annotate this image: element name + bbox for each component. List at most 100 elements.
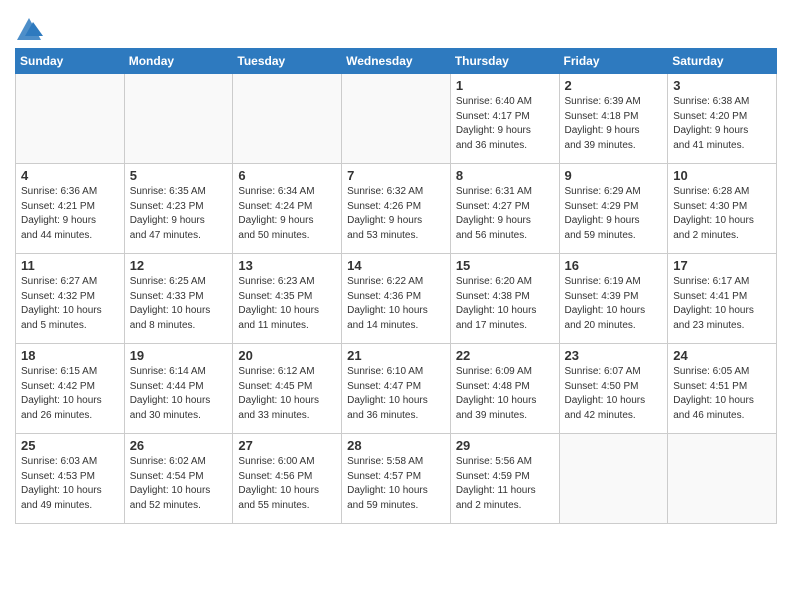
day-number: 18 <box>21 348 119 363</box>
calendar-cell: 12 Sunrise: 6:25 AM Sunset: 4:33 PM Dayli… <box>124 254 233 344</box>
calendar-cell: 15Sunrise: 6:20 AM Sunset: 4:38 PM Dayli… <box>450 254 559 344</box>
day-number: 12 <box>130 258 228 273</box>
day-number: 8 <box>456 168 554 183</box>
day-info: Sunrise: 6:05 AM Sunset: 4:51 PM Dayligh… <box>673 365 771 423</box>
calendar-cell: 2 Sunrise: 6:39 AM Sunset: 4:18 PM Daylig… <box>559 74 668 164</box>
day-info: Sunrise: 6:17 AM Sunset: 4:41 PM Dayligh… <box>673 275 771 333</box>
calendar-cell: 5 Sunrise: 6:35 AM Sunset: 4:23 PM Daylig… <box>124 164 233 254</box>
day-number: 28 <box>347 438 445 453</box>
calendar-cell: 26 Sunrise: 6:02 AM Sunset: 4:54 PM Dayli… <box>124 434 233 524</box>
day-info: Sunrise: 6:39 AM Sunset: 4:18 PM Dayligh… <box>565 95 663 153</box>
weekday-header: Friday <box>559 49 668 74</box>
day-number: 1 <box>456 78 554 93</box>
day-info: Sunrise: 6:38 AM Sunset: 4:20 PM Dayligh… <box>673 95 771 153</box>
day-number: 5 <box>130 168 228 183</box>
day-info: Sunrise: 6:23 AM Sunset: 4:35 PM Dayligh… <box>238 275 336 333</box>
day-number: 19 <box>130 348 228 363</box>
day-info: Sunrise: 6:34 AM Sunset: 4:24 PM Dayligh… <box>238 185 336 243</box>
day-number: 3 <box>673 78 771 93</box>
day-number: 23 <box>565 348 663 363</box>
calendar-cell: 24 Sunrise: 6:05 AM Sunset: 4:51 PM Dayli… <box>668 344 777 434</box>
calendar-cell: 11 Sunrise: 6:27 AM Sunset: 4:32 PM Dayli… <box>16 254 125 344</box>
weekday-header: Monday <box>124 49 233 74</box>
day-number: 16 <box>565 258 663 273</box>
calendar-cell: 10 Sunrise: 6:28 AM Sunset: 4:30 PM Dayli… <box>668 164 777 254</box>
calendar-cell: 20 Sunrise: 6:12 AM Sunset: 4:45 PM Dayli… <box>233 344 342 434</box>
calendar-cell: 16 Sunrise: 6:19 AM Sunset: 4:39 PM Dayli… <box>559 254 668 344</box>
day-number: 2 <box>565 78 663 93</box>
calendar-cell <box>342 74 451 164</box>
calendar-week-row: 18Sunrise: 6:15 AM Sunset: 4:42 PM Dayli… <box>16 344 777 434</box>
calendar-week-row: 4 Sunrise: 6:36 AM Sunset: 4:21 PM Daylig… <box>16 164 777 254</box>
day-info: Sunrise: 6:29 AM Sunset: 4:29 PM Dayligh… <box>565 185 663 243</box>
day-number: 26 <box>130 438 228 453</box>
day-info: Sunrise: 6:25 AM Sunset: 4:33 PM Dayligh… <box>130 275 228 333</box>
day-info: Sunrise: 6:00 AM Sunset: 4:56 PM Dayligh… <box>238 455 336 513</box>
calendar-cell: 25 Sunrise: 6:03 AM Sunset: 4:53 PM Dayli… <box>16 434 125 524</box>
day-number: 4 <box>21 168 119 183</box>
day-info: Sunrise: 6:20 AM Sunset: 4:38 PM Dayligh… <box>456 275 554 333</box>
day-info: Sunrise: 6:36 AM Sunset: 4:21 PM Dayligh… <box>21 185 119 243</box>
calendar-cell: 27 Sunrise: 6:00 AM Sunset: 4:56 PM Dayli… <box>233 434 342 524</box>
day-number: 10 <box>673 168 771 183</box>
day-number: 11 <box>21 258 119 273</box>
calendar-body: 1 Sunrise: 6:40 AM Sunset: 4:17 PM Daylig… <box>16 74 777 524</box>
day-info: Sunrise: 6:10 AM Sunset: 4:47 PM Dayligh… <box>347 365 445 423</box>
weekday-header: Tuesday <box>233 49 342 74</box>
day-info: Sunrise: 6:19 AM Sunset: 4:39 PM Dayligh… <box>565 275 663 333</box>
day-info: Sunrise: 6:32 AM Sunset: 4:26 PM Dayligh… <box>347 185 445 243</box>
day-info: Sunrise: 6:14 AM Sunset: 4:44 PM Dayligh… <box>130 365 228 423</box>
calendar-cell: 22 Sunrise: 6:09 AM Sunset: 4:48 PM Dayli… <box>450 344 559 434</box>
day-number: 17 <box>673 258 771 273</box>
weekday-header: Sunday <box>16 49 125 74</box>
day-info: Sunrise: 6:03 AM Sunset: 4:53 PM Dayligh… <box>21 455 119 513</box>
weekday-header: Thursday <box>450 49 559 74</box>
day-info: Sunrise: 6:02 AM Sunset: 4:54 PM Dayligh… <box>130 455 228 513</box>
day-number: 24 <box>673 348 771 363</box>
calendar-cell: 6 Sunrise: 6:34 AM Sunset: 4:24 PM Daylig… <box>233 164 342 254</box>
day-info: Sunrise: 6:27 AM Sunset: 4:32 PM Dayligh… <box>21 275 119 333</box>
day-number: 20 <box>238 348 336 363</box>
day-info: Sunrise: 6:09 AM Sunset: 4:48 PM Dayligh… <box>456 365 554 423</box>
day-number: 6 <box>238 168 336 183</box>
calendar-cell <box>559 434 668 524</box>
day-number: 9 <box>565 168 663 183</box>
day-number: 29 <box>456 438 554 453</box>
day-info: Sunrise: 5:56 AM Sunset: 4:59 PM Dayligh… <box>456 455 554 513</box>
calendar-cell: 23 Sunrise: 6:07 AM Sunset: 4:50 PM Dayli… <box>559 344 668 434</box>
calendar-cell <box>668 434 777 524</box>
day-number: 7 <box>347 168 445 183</box>
day-number: 21 <box>347 348 445 363</box>
calendar-cell: 1 Sunrise: 6:40 AM Sunset: 4:17 PM Daylig… <box>450 74 559 164</box>
calendar-cell: 29 Sunrise: 5:56 AM Sunset: 4:59 PM Dayli… <box>450 434 559 524</box>
calendar-cell <box>124 74 233 164</box>
calendar-week-row: 25 Sunrise: 6:03 AM Sunset: 4:53 PM Dayli… <box>16 434 777 524</box>
day-number: 22 <box>456 348 554 363</box>
day-info: Sunrise: 6:35 AM Sunset: 4:23 PM Dayligh… <box>130 185 228 243</box>
logo <box>15 16 47 44</box>
calendar-cell: 19 Sunrise: 6:14 AM Sunset: 4:44 PM Dayli… <box>124 344 233 434</box>
day-info: Sunrise: 6:40 AM Sunset: 4:17 PM Dayligh… <box>456 95 554 153</box>
calendar-week-row: 1 Sunrise: 6:40 AM Sunset: 4:17 PM Daylig… <box>16 74 777 164</box>
calendar-cell: 14 Sunrise: 6:22 AM Sunset: 4:36 PM Dayli… <box>342 254 451 344</box>
calendar-cell: 17 Sunrise: 6:17 AM Sunset: 4:41 PM Dayli… <box>668 254 777 344</box>
day-info: Sunrise: 6:28 AM Sunset: 4:30 PM Dayligh… <box>673 185 771 243</box>
logo-icon <box>15 16 43 44</box>
weekday-header: Wednesday <box>342 49 451 74</box>
day-number: 27 <box>238 438 336 453</box>
calendar-cell: 3 Sunrise: 6:38 AM Sunset: 4:20 PM Daylig… <box>668 74 777 164</box>
weekday-header: Saturday <box>668 49 777 74</box>
calendar-header-row: SundayMondayTuesdayWednesdayThursdayFrid… <box>16 49 777 74</box>
day-info: Sunrise: 6:22 AM Sunset: 4:36 PM Dayligh… <box>347 275 445 333</box>
day-info: Sunrise: 6:12 AM Sunset: 4:45 PM Dayligh… <box>238 365 336 423</box>
day-number: 13 <box>238 258 336 273</box>
calendar-cell: 21 Sunrise: 6:10 AM Sunset: 4:47 PM Dayli… <box>342 344 451 434</box>
calendar-cell <box>16 74 125 164</box>
calendar-cell: 28Sunrise: 5:58 AM Sunset: 4:57 PM Dayli… <box>342 434 451 524</box>
day-info: Sunrise: 6:07 AM Sunset: 4:50 PM Dayligh… <box>565 365 663 423</box>
page-header <box>15 10 777 44</box>
day-number: 14 <box>347 258 445 273</box>
calendar-cell: 7 Sunrise: 6:32 AM Sunset: 4:26 PM Daylig… <box>342 164 451 254</box>
day-number: 25 <box>21 438 119 453</box>
calendar-week-row: 11 Sunrise: 6:27 AM Sunset: 4:32 PM Dayli… <box>16 254 777 344</box>
